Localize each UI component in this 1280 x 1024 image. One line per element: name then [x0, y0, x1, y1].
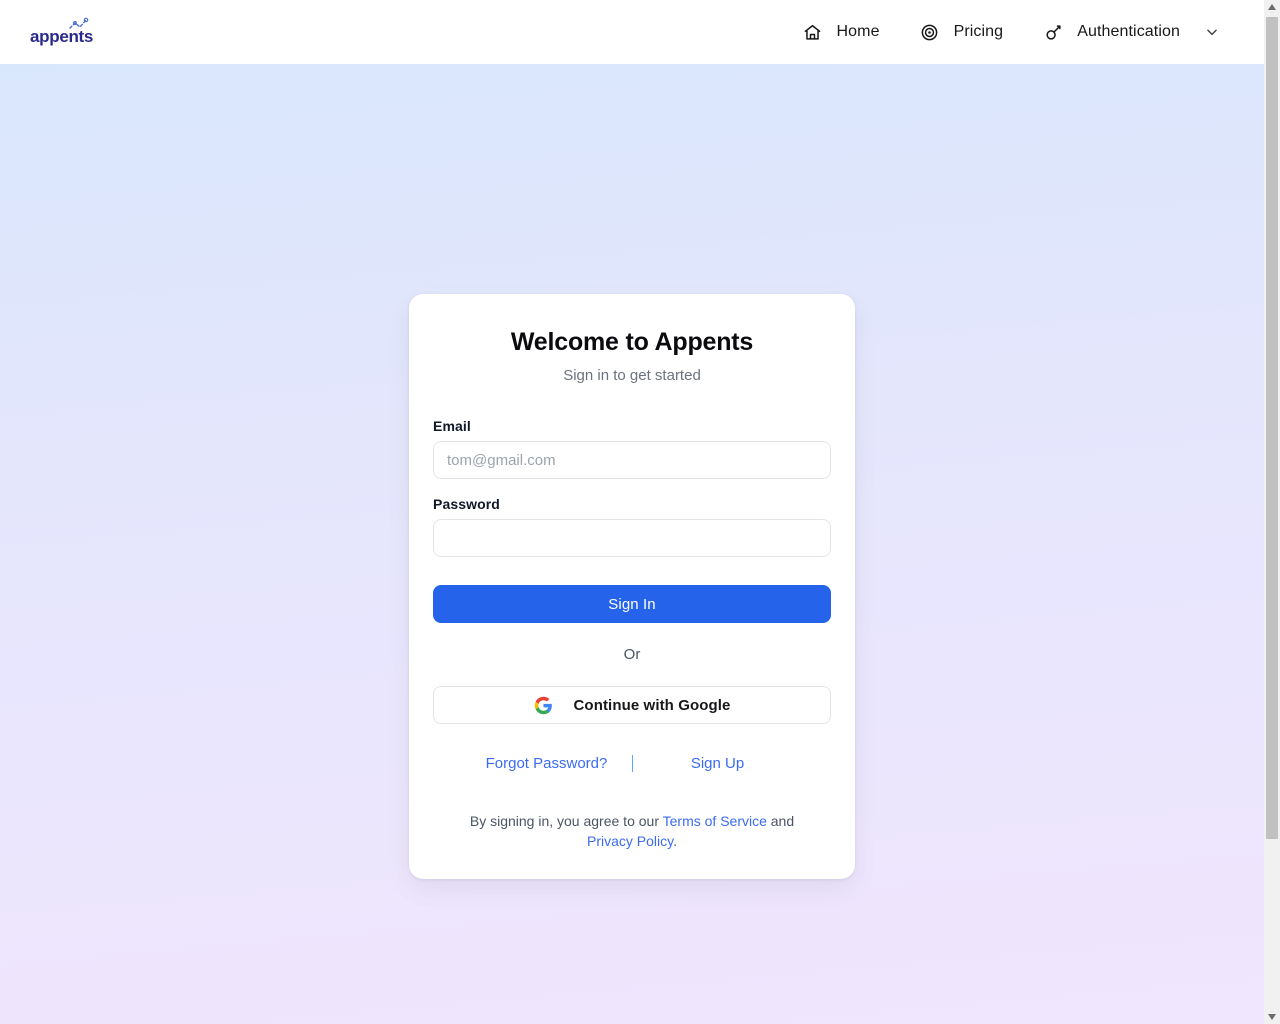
password-field-group: Password	[433, 496, 831, 557]
main-nav: Home Pricing Authentication	[782, 14, 1240, 50]
password-input[interactable]	[433, 519, 831, 557]
nav-item-pricing[interactable]: Pricing	[900, 14, 1024, 50]
appents-logo-mark: appents	[30, 17, 93, 46]
email-input[interactable]	[433, 441, 831, 479]
nav-item-authentication[interactable]: Authentication	[1023, 14, 1240, 50]
nav-item-home[interactable]: Home	[782, 14, 899, 50]
legal-text: By signing in, you agree to our Terms of…	[433, 811, 831, 851]
page-title: Welcome to Appents	[510, 328, 754, 356]
nav-label-pricing: Pricing	[953, 23, 1004, 40]
password-label: Password	[433, 496, 500, 512]
page-subtitle: Sign in to get started	[563, 367, 701, 384]
scroll-up-arrow-icon[interactable]	[1264, 0, 1280, 14]
page-root: appents Home Pricing Authentication Welc…	[0, 0, 1280, 1024]
home-icon	[802, 22, 822, 42]
nav-label-authentication: Authentication	[1077, 23, 1180, 40]
sign-up-link[interactable]: Sign Up	[633, 755, 803, 772]
auth-links-row: Forgot Password? Sign Up	[433, 755, 831, 772]
vertical-scrollbar[interactable]	[1264, 0, 1280, 1024]
email-field-group: Email	[433, 418, 831, 479]
forgot-password-link[interactable]: Forgot Password?	[462, 755, 632, 772]
auth-card: Welcome to Appents Sign in to get starte…	[409, 294, 855, 879]
google-icon	[534, 696, 553, 715]
sign-in-form: Email Password Sign In	[433, 418, 831, 623]
browser-viewport: appents Home Pricing Authentication Welc…	[0, 0, 1264, 1024]
nav-label-home: Home	[836, 23, 880, 40]
or-separator: Or	[623, 646, 641, 663]
legal-conjunction: and	[766, 813, 795, 829]
brand-logo[interactable]: appents	[30, 15, 94, 49]
sign-in-button[interactable]: Sign In	[433, 585, 831, 623]
target-icon	[920, 22, 940, 42]
continue-with-google-button[interactable]: Continue with Google	[433, 686, 831, 724]
scroll-down-arrow-icon[interactable]	[1264, 1010, 1280, 1024]
scrollbar-thumb[interactable]	[1266, 17, 1278, 839]
site-header: appents Home Pricing Authentication	[0, 0, 1264, 64]
chevron-down-icon[interactable]	[1204, 24, 1220, 40]
legal-suffix: .	[673, 833, 677, 849]
email-label: Email	[433, 418, 471, 434]
privacy-policy-link[interactable]: Privacy Policy	[587, 833, 673, 849]
svg-text:appents: appents	[30, 27, 93, 46]
terms-of-service-link[interactable]: Terms of Service	[663, 813, 767, 829]
key-icon	[1043, 22, 1063, 42]
legal-prefix: By signing in, you agree to our	[469, 813, 663, 829]
google-button-label: Continue with Google	[573, 696, 731, 714]
